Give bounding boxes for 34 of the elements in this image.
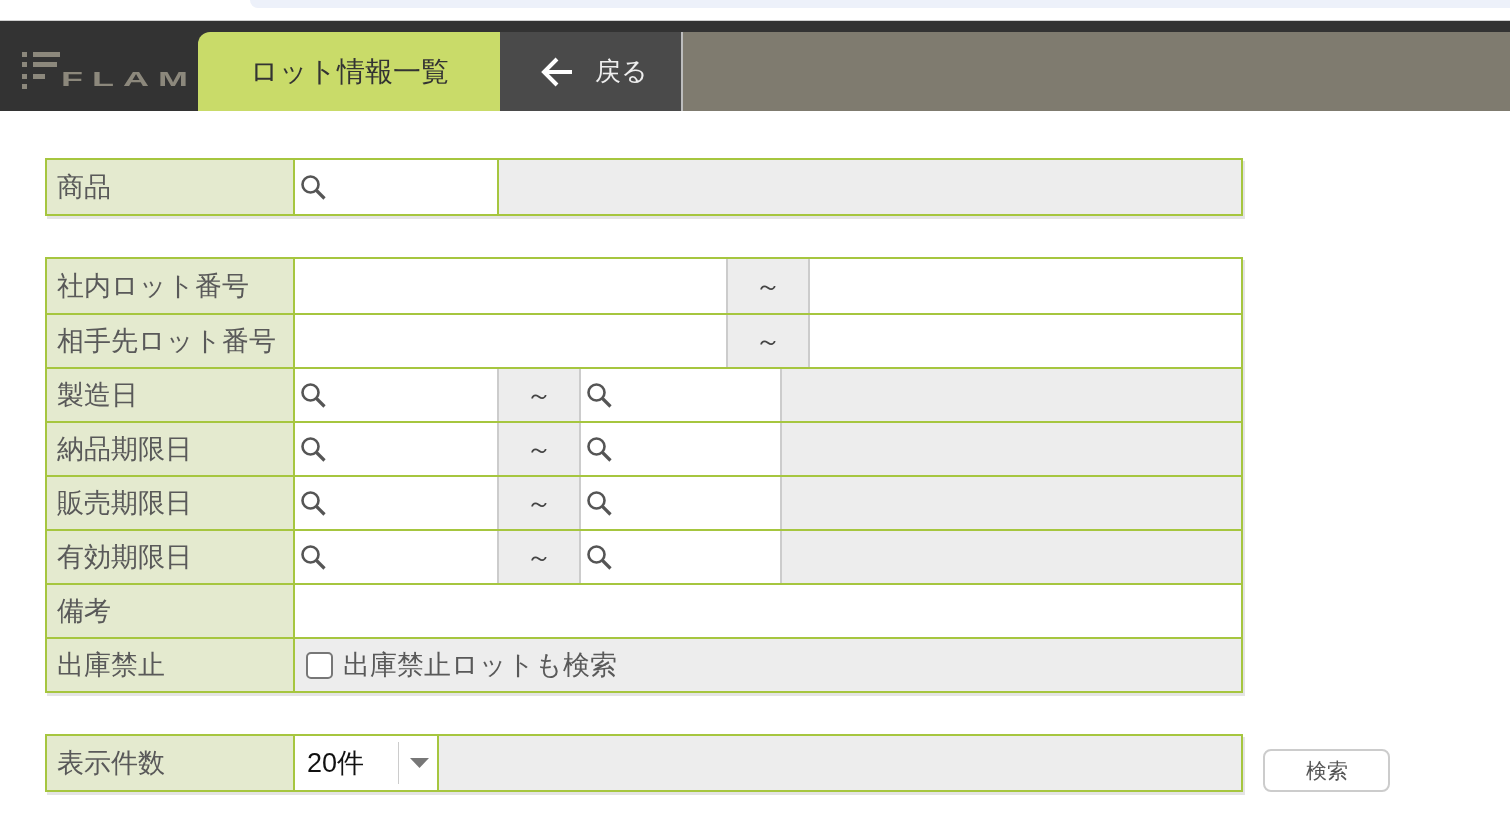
field-label: 商品	[47, 160, 295, 214]
field-label: 表示件数	[47, 736, 295, 790]
field-label: 納品期限日	[47, 423, 295, 475]
search-icon	[300, 174, 326, 200]
range-separator: ～	[728, 315, 810, 367]
range-separator: ～	[499, 477, 581, 529]
search-button[interactable]: 検索	[1263, 749, 1390, 792]
search-icon	[586, 544, 612, 570]
logo-text: FLAM	[61, 69, 197, 89]
search-icon	[586, 490, 612, 516]
field-label: 有効期限日	[47, 531, 295, 583]
checkbox-label: 出庫禁止ロットも検索	[343, 648, 617, 682]
range-separator: ～	[499, 423, 581, 475]
tab[interactable]: ロット情報一覧	[198, 32, 500, 111]
range-separator: ～	[728, 259, 810, 313]
field-label: 販売期限日	[47, 477, 295, 529]
field-label: 相手先ロット番号	[47, 315, 295, 367]
search-icon	[300, 490, 326, 516]
field-label: 備考	[47, 585, 295, 637]
search-icon	[300, 436, 326, 462]
range-separator: ～	[499, 369, 581, 421]
back-button[interactable]: 戻る	[500, 32, 681, 111]
checkbox[interactable]	[306, 651, 333, 679]
logo-bars-icon	[22, 52, 60, 89]
range-separator: ～	[499, 531, 581, 583]
search-icon	[300, 382, 326, 408]
caret-down-icon	[410, 758, 429, 768]
field-label: 出庫禁止	[47, 639, 295, 691]
field-label: 製造日	[47, 369, 295, 421]
search-icon	[586, 436, 612, 462]
search-icon	[300, 544, 326, 570]
arrow-left-icon	[541, 56, 573, 87]
search-icon	[586, 382, 612, 408]
field-label: 社内ロット番号	[47, 259, 295, 313]
